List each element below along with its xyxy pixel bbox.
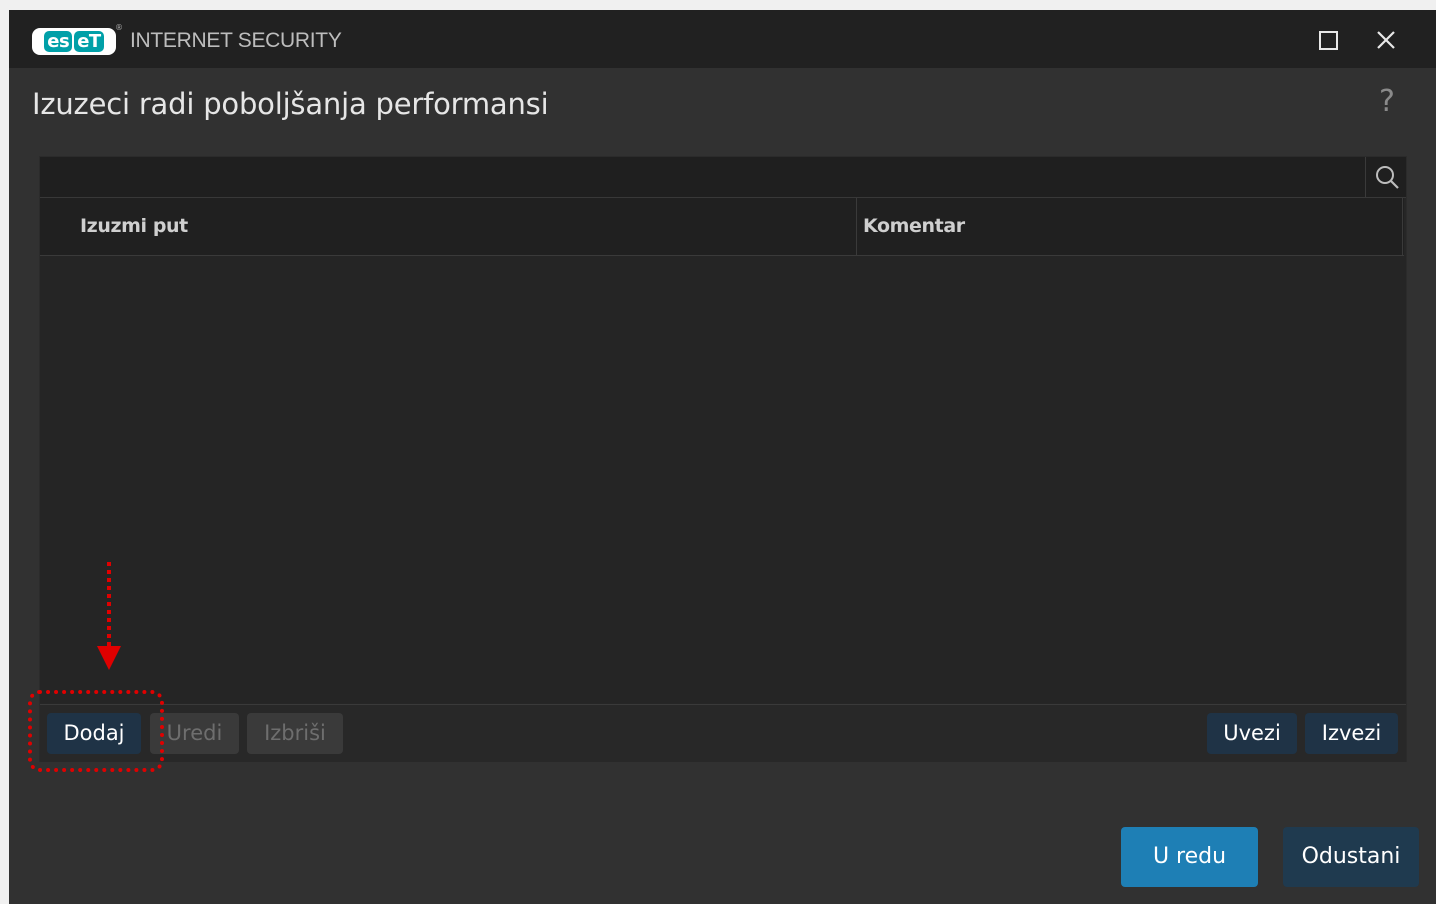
export-button[interactable]: Izvezi (1305, 713, 1398, 754)
logo-part-es: es (44, 31, 73, 52)
table-header: Izuzmi put Komentar (40, 198, 1404, 256)
exclusions-list-panel: Izuzmi put Komentar Dodaj Uredi Izbriši … (39, 156, 1407, 762)
import-button[interactable]: Uvezi (1207, 713, 1297, 754)
eset-dialog-window: es eT ® INTERNET SECURITY Izuzeci radi p… (9, 10, 1436, 904)
search-button[interactable] (1365, 157, 1407, 197)
help-button[interactable]: ? (1379, 84, 1395, 119)
close-icon (1377, 31, 1395, 49)
column-divider[interactable] (856, 198, 857, 255)
close-button[interactable] (1368, 22, 1404, 58)
eset-logo: es eT ® (32, 23, 123, 55)
ok-button[interactable]: U redu (1121, 827, 1258, 887)
column-header-comment[interactable]: Komentar (863, 198, 965, 255)
column-divider-end (1402, 198, 1403, 255)
registered-mark: ® (115, 23, 123, 32)
list-toolbar: Dodaj Uredi Izbriši Uvezi Izvezi (40, 704, 1406, 762)
delete-button[interactable]: Izbriši (247, 713, 343, 754)
search-bar (40, 157, 1406, 198)
page-title: Izuzeci radi poboljšanja performansi (32, 87, 549, 121)
cancel-button[interactable]: Odustani (1283, 827, 1419, 887)
maximize-icon (1318, 30, 1338, 50)
maximize-button[interactable] (1310, 22, 1346, 58)
search-input[interactable] (40, 157, 1364, 197)
column-header-path[interactable]: Izuzmi put (80, 198, 188, 255)
search-icon (1375, 166, 1399, 189)
product-name: INTERNET SECURITY (130, 29, 342, 52)
title-bar: es eT ® INTERNET SECURITY (9, 10, 1436, 68)
logo-part-et: eT (74, 31, 104, 52)
exclusions-list[interactable] (40, 256, 1406, 703)
annotation-highlight-box (28, 690, 164, 772)
annotation-arrow-icon (97, 562, 121, 670)
